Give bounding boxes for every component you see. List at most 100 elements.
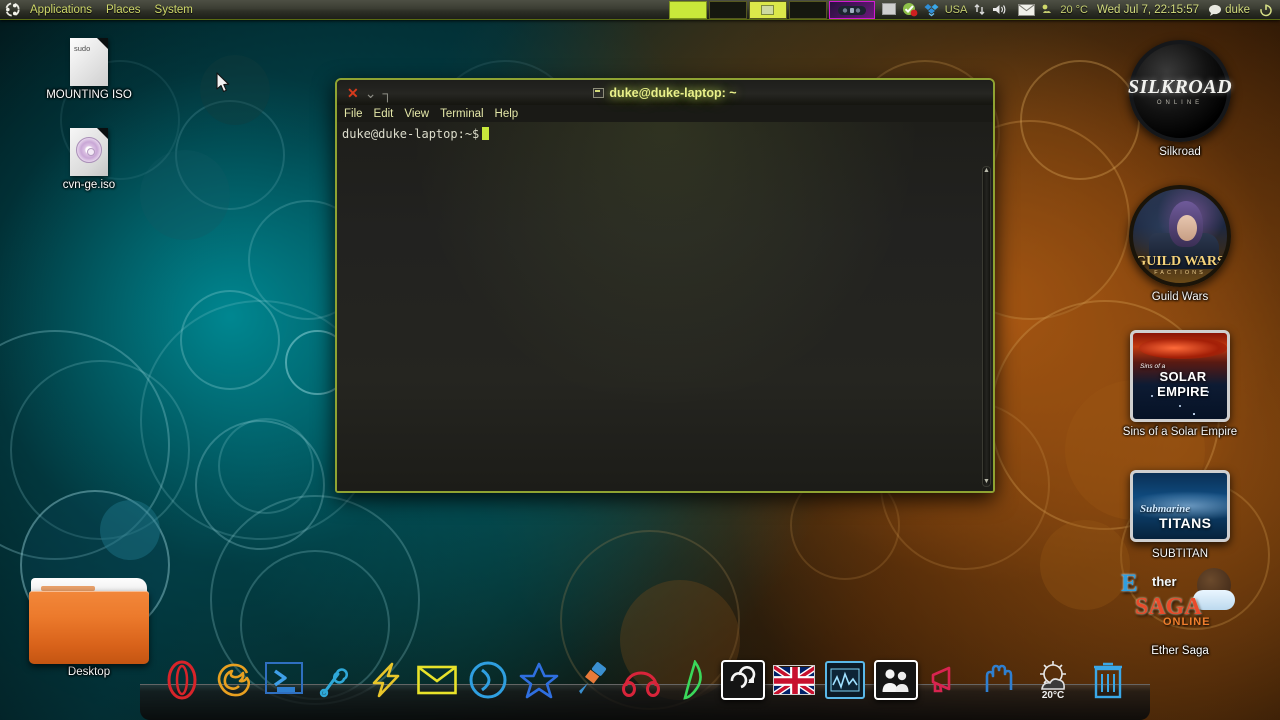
subtitan-logo-primary: TITANS (1159, 515, 1212, 531)
volume-icon[interactable] (992, 3, 1007, 16)
silkroad-icon: SILKROAD ONLINE (1127, 40, 1233, 142)
text-file-icon: sudo (70, 38, 108, 86)
iso-disc-icon (70, 128, 108, 176)
weather-widget[interactable]: 20°C (1027, 658, 1079, 702)
users-icon (874, 660, 918, 700)
paint-launcher[interactable] (568, 658, 612, 702)
close-icon[interactable]: ✕ (347, 86, 359, 100)
update-manager-launcher[interactable] (721, 658, 765, 702)
mail-launcher[interactable] (415, 658, 459, 702)
menu-places[interactable]: Places (99, 0, 148, 20)
firefox-launcher[interactable] (211, 658, 255, 702)
uk-flag-icon (773, 665, 815, 695)
power-tweak-launcher[interactable] (364, 658, 408, 702)
guild-wars-logo-secondary: FACTIONS (1154, 270, 1206, 276)
menu-file[interactable]: File (344, 108, 363, 120)
file-thumb-text: sudo (74, 44, 91, 53)
maximize-icon[interactable]: ┐ (382, 86, 392, 100)
bokeh-circle (218, 418, 314, 514)
sins-logo-primary: SOLAR EMPIRE (1157, 369, 1209, 399)
terminal-scrollbar[interactable]: ▲ ▼ (982, 166, 991, 487)
desktop-icon-mounting-iso[interactable]: sudo MOUNTING ISO (34, 38, 144, 102)
audio-launcher[interactable] (619, 658, 663, 702)
silkroad-launcher[interactable]: SILKROAD ONLINE Silkroad (1121, 40, 1239, 159)
dropbox-icon[interactable] (924, 3, 939, 17)
terminal-body[interactable]: duke@duke-laptop:~$ ▲ ▼ (337, 122, 993, 491)
bokeh-circle (100, 500, 160, 560)
taskbar-item-4[interactable] (788, 0, 827, 19)
menu-edit[interactable]: Edit (374, 108, 394, 120)
window-task-list: USA 20 °C Wed Jul 7, 22:15:57 duke (668, 0, 1280, 20)
bokeh-circle (200, 55, 270, 125)
guild-wars-launcher[interactable]: GUILD WARS FACTIONS Guild Wars (1121, 185, 1239, 304)
chat-status-icon[interactable] (1208, 4, 1222, 16)
terminal-menubar: File Edit View Terminal Help (337, 105, 993, 122)
scroll-down-icon[interactable]: ▼ (983, 478, 990, 486)
media-player-launcher[interactable] (466, 658, 510, 702)
system-monitor-launcher[interactable] (823, 658, 867, 702)
silkroad-logo-primary: SILKROAD (1127, 76, 1233, 98)
menu-help[interactable]: Help (495, 108, 519, 120)
desktop-icon-cvn-ge-iso[interactable]: cvn-ge.iso (34, 128, 144, 192)
opera-launcher[interactable] (160, 658, 204, 702)
folder-icon (29, 578, 149, 664)
desktop-icon-label: cvn-ge.iso (62, 179, 116, 191)
terminal-window[interactable]: ✕ ⌄ ┐ duke@duke-laptop: ~ File Edit View… (335, 78, 995, 493)
subtitan-logo-secondary: Submarine (1140, 503, 1191, 515)
subtitan-icon: Submarine TITANS (1130, 470, 1230, 542)
language-launcher[interactable] (772, 658, 816, 702)
launcher-label: Guild Wars (1151, 291, 1209, 303)
ether-saga-launcher[interactable]: E ther SAGA ONLINE Ether Saga (1121, 568, 1239, 658)
gamepad-icon[interactable] (828, 0, 875, 19)
display-icon[interactable] (881, 3, 896, 16)
refresh-arrows-icon (721, 660, 765, 700)
ether-saga-icon: E ther SAGA ONLINE (1121, 568, 1239, 644)
terminal-title-text: duke@duke-laptop: ~ (609, 85, 737, 100)
menu-system[interactable]: System (148, 0, 200, 20)
hand-launcher[interactable] (976, 658, 1020, 702)
network-icon[interactable] (973, 3, 986, 16)
launcher-label: Silkroad (1159, 146, 1201, 158)
top-panel: Applications Places System USA 20 °C Wed… (0, 0, 1280, 20)
mouse-pointer (216, 72, 230, 98)
bokeh-circle (1040, 520, 1130, 610)
dock: 20°C (140, 648, 1150, 720)
subtitan-launcher[interactable]: Submarine TITANS SUBTITAN (1121, 470, 1239, 561)
username-label[interactable]: duke (1225, 4, 1256, 16)
terminal-icon (593, 87, 605, 98)
menu-applications[interactable]: Applications (23, 0, 99, 20)
monitor-graph-icon (825, 661, 865, 699)
weather-temp-text: 20°C (1042, 690, 1064, 701)
tools-launcher[interactable] (313, 658, 357, 702)
sins-of-a-solar-empire-launcher[interactable]: Sins of a SOLAR EMPIRE Sins of a Solar E… (1121, 330, 1239, 439)
megaphone-launcher[interactable] (925, 658, 969, 702)
mail-icon[interactable] (1018, 3, 1036, 16)
launcher-label: Sins of a Solar Empire (1122, 426, 1238, 438)
minimize-icon[interactable]: ⌄ (365, 86, 377, 100)
weather-icon[interactable] (1041, 3, 1054, 16)
ubuntu-logo-icon[interactable] (5, 2, 20, 17)
guild-wars-icon: GUILD WARS FACTIONS (1129, 185, 1231, 287)
favorites-launcher[interactable] (517, 658, 561, 702)
power-icon[interactable] (1259, 3, 1273, 17)
update-manager-icon[interactable] (902, 2, 918, 17)
terminal-title: duke@duke-laptop: ~ (337, 86, 993, 100)
notes-launcher[interactable] (670, 658, 714, 702)
menu-terminal[interactable]: Terminal (440, 108, 483, 120)
temperature-label: 20 °C (1060, 3, 1088, 16)
users-launcher[interactable] (874, 658, 918, 702)
trash-launcher[interactable] (1086, 658, 1130, 702)
taskbar-item-2[interactable] (708, 0, 747, 19)
menu-view[interactable]: View (404, 108, 429, 120)
scroll-up-icon[interactable]: ▲ (983, 167, 990, 175)
terminal-launcher[interactable] (262, 658, 306, 702)
desktop-icon-desktop-folder[interactable]: Desktop (29, 578, 149, 679)
clock[interactable]: Wed Jul 7, 22:15:57 (1091, 4, 1205, 16)
taskbar-item-active[interactable] (668, 0, 707, 19)
system-tray: USA 20 °C (879, 0, 1091, 20)
terminal-titlebar[interactable]: ✕ ⌄ ┐ duke@duke-laptop: ~ (337, 80, 993, 105)
taskbar-item-3[interactable] (748, 0, 787, 19)
window-buttons: ✕ ⌄ ┐ (337, 86, 392, 100)
launcher-label: SUBTITAN (1151, 548, 1208, 560)
keyboard-layout-indicator[interactable]: USA (945, 4, 968, 16)
